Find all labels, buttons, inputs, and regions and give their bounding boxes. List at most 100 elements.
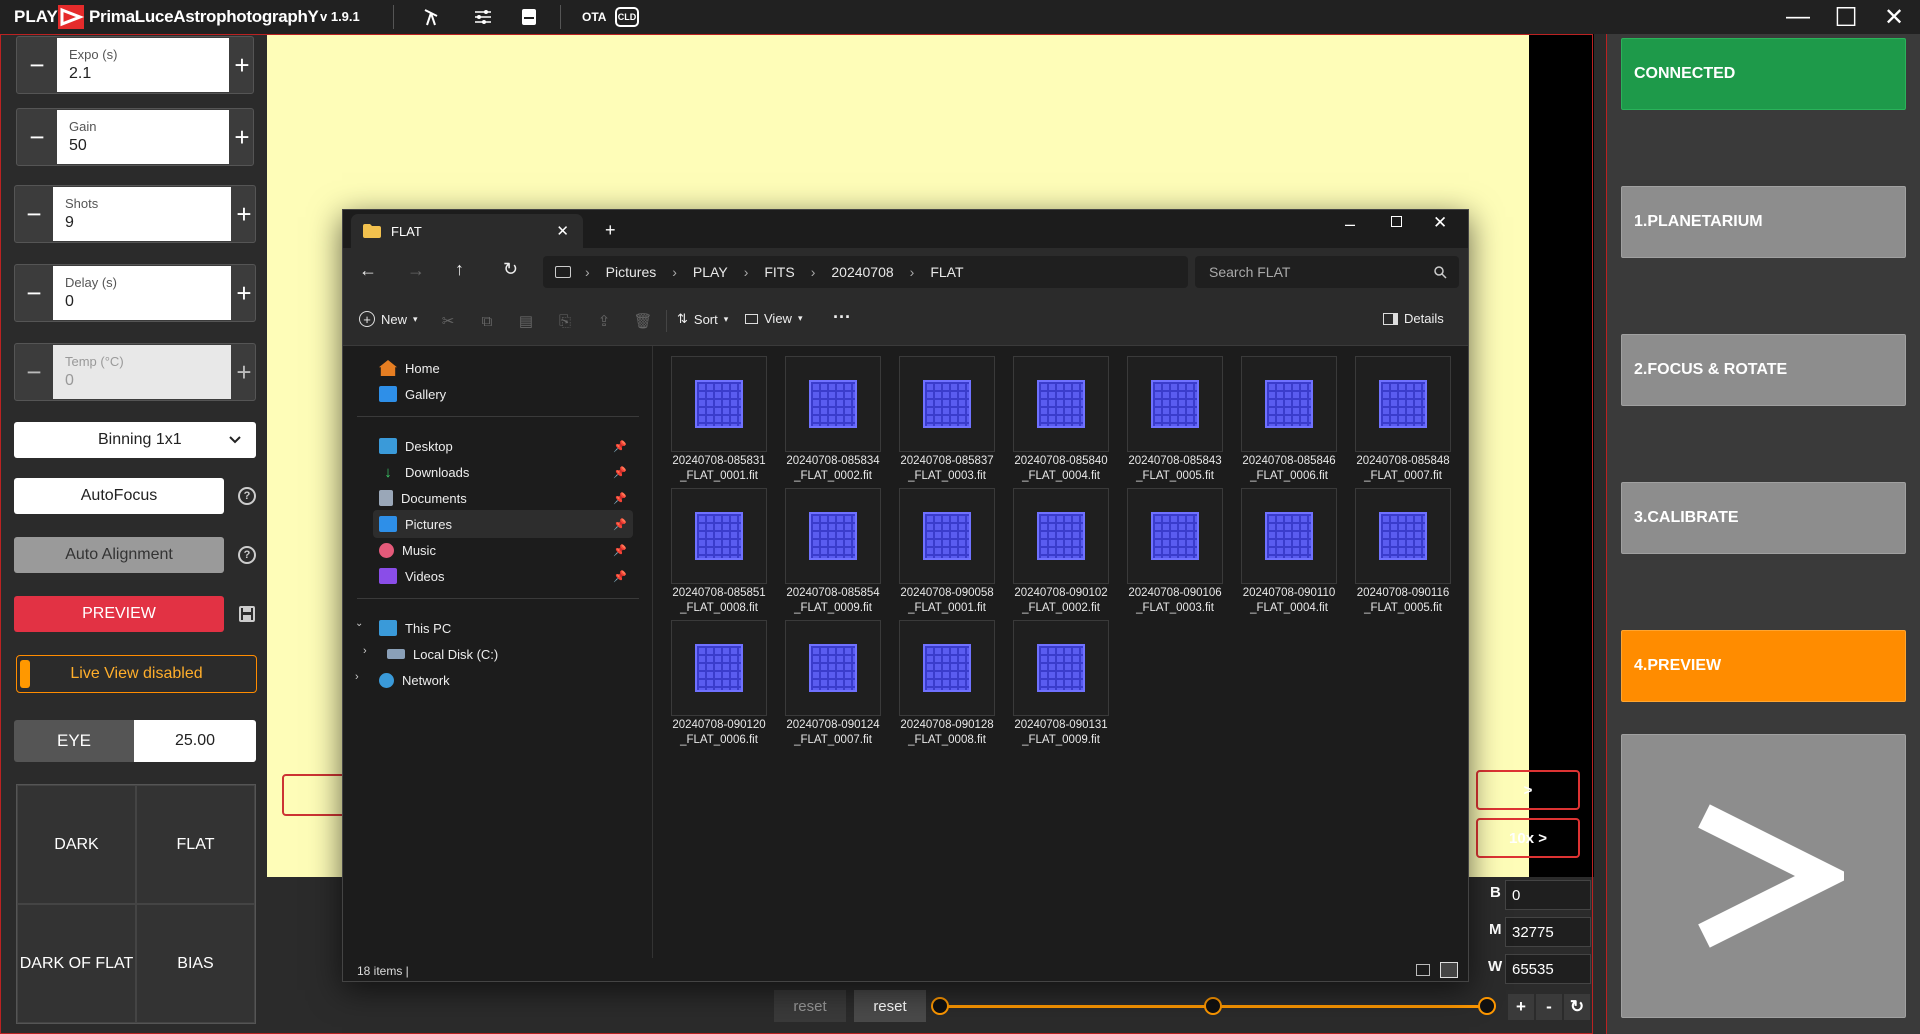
mid-point-handle[interactable] <box>1204 997 1222 1015</box>
nav-downloads[interactable]: ↓ Downloads 📌 <box>373 458 633 486</box>
maximize-button[interactable]: ☐ <box>1828 2 1864 32</box>
new-tab-button[interactable]: + <box>605 220 616 241</box>
nav-home[interactable]: Home <box>373 354 633 382</box>
refresh-icon[interactable]: ↻ <box>1564 994 1590 1020</box>
delay-value[interactable]: 0 <box>65 293 219 311</box>
pin-icon[interactable]: 📌 <box>613 570 627 583</box>
view-button[interactable]: View ▾ <box>745 311 802 326</box>
connected-status[interactable]: CONNECTED <box>1621 38 1906 110</box>
file-item[interactable]: 20240708-085848 _FLAT_0007.fit <box>1355 356 1451 486</box>
rename-icon[interactable]: ⎘ <box>554 310 576 332</box>
cloud-badge[interactable]: CLD <box>615 7 639 27</box>
up-arrow-icon[interactable]: ↑ <box>455 259 464 280</box>
new-button[interactable]: + New ▾ <box>359 311 418 327</box>
breadcrumb-pictures[interactable]: Pictures <box>606 264 657 280</box>
shots-plus-button[interactable]: + <box>231 186 257 242</box>
pin-icon[interactable]: 📌 <box>613 440 627 453</box>
nav-network[interactable]: Network <box>373 666 633 694</box>
telescope-icon[interactable] <box>420 5 444 29</box>
search-input[interactable]: Search FLAT <box>1195 256 1459 288</box>
auto-alignment-button[interactable]: Auto Alignment <box>14 537 224 573</box>
file-item[interactable]: 20240708-090058 _FLAT_0001.fit <box>899 488 995 618</box>
delay-minus-button[interactable]: − <box>15 265 53 321</box>
storage-icon[interactable] <box>517 5 541 29</box>
pin-icon[interactable]: 📌 <box>613 544 627 557</box>
black-level-input[interactable]: 0 <box>1505 880 1591 910</box>
sort-button[interactable]: ⇅ Sort ▾ <box>677 311 728 327</box>
file-item[interactable]: 20240708-090131 _FLAT_0009.fit <box>1013 620 1109 750</box>
preview-button[interactable]: PREVIEW <box>14 596 224 632</box>
file-item[interactable]: 20240708-085851 _FLAT_0008.fit <box>671 488 767 618</box>
file-item[interactable]: 20240708-085846 _FLAT_0006.fit <box>1241 356 1337 486</box>
back-arrow-icon[interactable]: ← <box>359 260 377 281</box>
file-item[interactable]: 20240708-090106 _FLAT_0003.fit <box>1127 488 1223 618</box>
gain-value[interactable]: 50 <box>69 137 217 155</box>
explorer-tab[interactable]: FLAT ✕ <box>351 214 583 248</box>
binning-select[interactable]: Binning 1x1 <box>14 422 256 458</box>
focus-rotate-step-button[interactable]: 2.FOCUS & ROTATE <box>1621 334 1906 406</box>
file-item[interactable]: 20240708-090128 _FLAT_0008.fit <box>899 620 995 750</box>
explorer-maximize-button[interactable] <box>1391 216 1402 227</box>
expand-chevron-icon[interactable]: ⌄ <box>355 618 363 629</box>
expo-minus-button[interactable]: − <box>17 37 57 93</box>
nav-desktop[interactable]: Desktop 📌 <box>373 432 633 460</box>
expo-plus-button[interactable]: + <box>229 37 255 93</box>
dark-frame-button[interactable]: DARK <box>17 785 136 904</box>
reset-button[interactable]: reset <box>854 990 926 1022</box>
planetarium-step-button[interactable]: 1.PLANETARIUM <box>1621 186 1906 258</box>
expand-chevron-icon[interactable]: › <box>363 645 367 657</box>
file-item[interactable]: 20240708-090120 _FLAT_0006.fit <box>671 620 767 750</box>
next-step-button[interactable] <box>1621 734 1906 1018</box>
eye-value-input[interactable]: 25.00 <box>134 720 256 762</box>
gain-plus-button[interactable]: + <box>229 109 255 165</box>
step-forward-button[interactable]: > <box>1476 770 1580 810</box>
shots-field[interactable]: Shots 9 <box>53 187 231 241</box>
help-icon[interactable]: ? <box>238 546 256 564</box>
pin-icon[interactable]: 📌 <box>613 492 627 505</box>
file-item[interactable]: 20240708-090116 _FLAT_0005.fit <box>1355 488 1451 618</box>
shots-value[interactable]: 9 <box>65 214 219 232</box>
breadcrumb-play[interactable]: PLAY <box>693 264 728 280</box>
refresh-icon[interactable]: ↻ <box>503 259 518 280</box>
live-view-toggle[interactable]: Live View disabled <box>16 655 257 693</box>
file-item[interactable]: 20240708-090102 _FLAT_0002.fit <box>1013 488 1109 618</box>
pin-icon[interactable]: 📌 <box>613 518 627 531</box>
forward-arrow-icon[interactable]: → <box>407 260 425 281</box>
temp-plus-button[interactable]: + <box>231 344 257 400</box>
sliders-icon[interactable] <box>471 5 495 29</box>
minimize-button[interactable]: — <box>1780 3 1816 30</box>
flat-frame-button[interactable]: FLAT <box>136 785 255 904</box>
expo-field[interactable]: Expo (s) 2.1 <box>57 38 229 92</box>
explorer-minimize-button[interactable]: – <box>1345 214 1355 235</box>
nav-pictures[interactable]: Pictures 📌 <box>373 510 633 538</box>
gain-field[interactable]: Gain 50 <box>57 110 229 164</box>
breadcrumb-flat[interactable]: FLAT <box>930 264 963 280</box>
nav-this-pc[interactable]: This PC <box>373 614 633 642</box>
white-level-input[interactable]: 65535 <box>1505 954 1591 984</box>
save-icon[interactable] <box>238 605 256 623</box>
close-button[interactable]: ✕ <box>1876 4 1912 31</box>
bias-frame-button[interactable]: BIAS <box>136 904 255 1023</box>
breadcrumb-fits[interactable]: FITS <box>764 264 794 280</box>
zoom-out-button[interactable]: - <box>1536 994 1562 1020</box>
mid-level-input[interactable]: 32775 <box>1505 917 1591 947</box>
dark-of-flat-button[interactable]: DARK OF FLAT <box>17 904 136 1023</box>
nav-gallery[interactable]: Gallery <box>373 380 633 408</box>
file-item[interactable]: 20240708-085831 _FLAT_0001.fit <box>671 356 767 486</box>
file-item[interactable]: 20240708-085837 _FLAT_0003.fit <box>899 356 995 486</box>
nav-videos[interactable]: Videos 📌 <box>373 562 633 590</box>
file-item[interactable]: 20240708-090110 _FLAT_0004.fit <box>1241 488 1337 618</box>
expand-chevron-icon[interactable]: › <box>355 671 359 683</box>
details-view-icon[interactable] <box>1416 964 1430 976</box>
expo-value[interactable]: 2.1 <box>69 65 217 83</box>
shots-minus-button[interactable]: − <box>15 186 53 242</box>
breadcrumb-date[interactable]: 20240708 <box>831 264 893 280</box>
preview-step-button[interactable]: 4.PREVIEW <box>1621 630 1906 702</box>
reset-button-disabled[interactable]: reset <box>774 990 846 1022</box>
paste-icon[interactable]: ▤ <box>515 310 537 332</box>
file-item[interactable]: 20240708-090124 _FLAT_0007.fit <box>785 620 881 750</box>
delay-field[interactable]: Delay (s) 0 <box>53 266 231 320</box>
more-options-button[interactable]: ··· <box>833 307 851 328</box>
pin-icon[interactable]: 📌 <box>613 466 627 479</box>
close-tab-icon[interactable]: ✕ <box>556 222 569 240</box>
